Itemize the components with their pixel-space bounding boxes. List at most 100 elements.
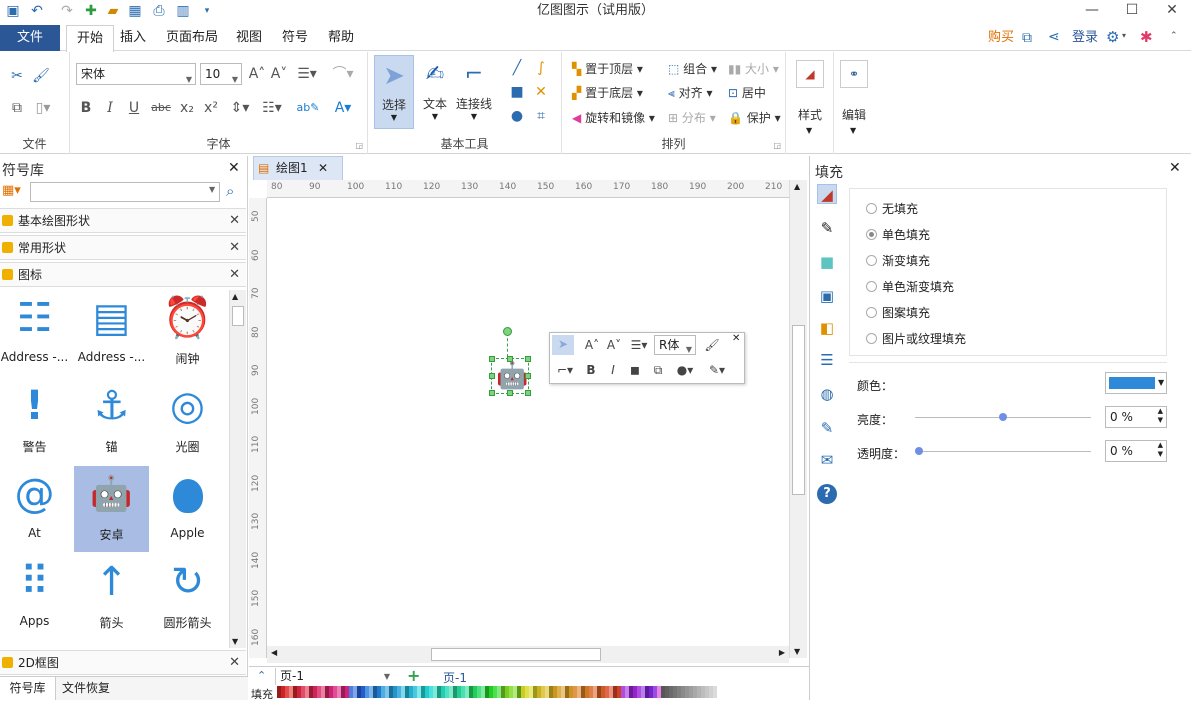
close-icon[interactable]: ✕ <box>1169 160 1181 176</box>
tile-address-id[interactable]: ▤ Address -... <box>74 290 149 376</box>
bullets-icon[interactable]: ☷▾ <box>260 98 284 118</box>
new-icon[interactable]: ✚ <box>82 2 100 20</box>
selected-shape[interactable]: 🤖 <box>489 327 531 396</box>
crop-icon[interactable]: ⌗ <box>532 106 550 126</box>
resize-handle[interactable] <box>525 390 531 396</box>
palette-swatch[interactable] <box>713 686 717 698</box>
tile-at[interactable]: @ At <box>0 466 72 552</box>
maximize-button[interactable]: ☐ <box>1112 0 1152 22</box>
italic-icon[interactable]: I <box>102 98 118 118</box>
resize-handle[interactable] <box>489 373 495 379</box>
tile-circular-arrow[interactable]: ↻ 圆形箭头 <box>150 554 225 640</box>
line-icon[interactable]: ╱ <box>508 58 526 78</box>
buy-link[interactable]: 购买 <box>978 25 1024 51</box>
line-spacing-icon[interactable]: ⌒▾ <box>328 64 358 84</box>
gear-icon[interactable]: ⚙ <box>1106 28 1119 46</box>
comment-icon[interactable]: ✉ <box>817 450 837 470</box>
close-icon[interactable]: ✕ <box>229 651 240 675</box>
line-style-icon[interactable]: ✎▾ <box>704 361 730 379</box>
fill-icon[interactable]: ◢ <box>817 184 837 204</box>
brightness-spinner[interactable]: 0 % ▲ ▼ <box>1105 406 1167 428</box>
grow-font-icon[interactable]: A˄ <box>584 336 600 354</box>
radio-gradient-fill[interactable] <box>866 255 877 266</box>
resize-handle[interactable] <box>507 390 513 396</box>
close-icon[interactable]: ✕ <box>732 333 740 344</box>
font-size-combo[interactable]: 10 ▼ <box>200 63 242 85</box>
tile-apps[interactable]: ⠿ Apps <box>0 554 72 640</box>
library-search-input[interactable] <box>30 182 220 202</box>
chevron-down-icon[interactable]: ▼ <box>209 185 215 194</box>
page-select[interactable]: 页-1 ▼ <box>275 668 393 685</box>
close-icon[interactable]: ✕ <box>318 157 328 179</box>
scroll-up-icon[interactable]: ▲ <box>794 182 800 191</box>
font-name-combo[interactable]: 宋体 ▼ <box>76 63 196 85</box>
rotate-handle[interactable] <box>503 327 512 336</box>
export-icon[interactable]: ▥ <box>174 2 192 20</box>
scroll-thumb[interactable] <box>792 325 805 495</box>
size-button[interactable]: ▮▮ 大小 ▾ <box>728 60 779 77</box>
feedback-icon[interactable]: ⧉ <box>1022 30 1032 46</box>
scroll-right-icon[interactable]: ▶ <box>779 648 785 657</box>
share-icon[interactable]: ⋖ <box>1048 29 1060 45</box>
fill-icon[interactable]: ◼ <box>628 361 642 379</box>
library-menu-icon[interactable]: ▦▾ <box>2 183 24 201</box>
color-swatches[interactable] <box>277 686 722 700</box>
close-window-button[interactable]: ✕ <box>1152 0 1191 22</box>
resize-handle[interactable] <box>525 356 531 362</box>
paragraph-align-icon[interactable]: ☰▾ <box>296 64 318 84</box>
tile-warning[interactable]: ! 警告 <box>0 378 72 464</box>
page-tab[interactable]: 页-1 <box>443 669 467 686</box>
scroll-thumb[interactable] <box>232 306 244 326</box>
chevron-up-icon[interactable]: ⌃ <box>257 669 266 682</box>
transparency-spinner[interactable]: 0 % ▲ ▼ <box>1105 440 1167 462</box>
resize-handle[interactable] <box>489 356 495 362</box>
text-button[interactable]: ✍ 文本 ▼ <box>418 55 452 129</box>
transparency-slider[interactable] <box>915 447 1091 455</box>
brightness-slider[interactable] <box>915 413 1091 421</box>
tab-view[interactable]: 视图 <box>226 25 272 51</box>
category-icons[interactable]: 图标 ✕ <box>0 262 246 287</box>
bold-icon[interactable]: B <box>78 98 94 118</box>
line-icon[interactable]: ✎ <box>817 218 837 238</box>
theme-icon[interactable]: ✱ <box>1140 28 1153 46</box>
connector-icon[interactable]: ⌐▾ <box>554 361 576 379</box>
shrink-font-icon[interactable]: A˅ <box>270 64 288 84</box>
collapse-ribbon-icon[interactable]: ⌃ <box>1170 31 1178 41</box>
scroll-down-icon[interactable]: ▼ <box>232 637 238 646</box>
tab-start[interactable]: 开始 <box>66 25 115 52</box>
grow-font-icon[interactable]: A˄ <box>248 64 266 84</box>
chevron-down-icon[interactable]: ▼ <box>806 126 812 135</box>
group-button[interactable]: ⬚ 组合 ▾ <box>668 60 717 77</box>
attachment-icon[interactable]: ✎ <box>817 418 837 438</box>
subscript-icon[interactable]: x₂ <box>178 98 196 118</box>
tile-apple[interactable]: Apple <box>150 466 225 552</box>
send-back-button[interactable]: ▞ 置于底层 ▾ <box>572 84 643 101</box>
layer-icon[interactable]: ◧ <box>817 318 837 338</box>
bring-front-button[interactable]: ▚ 置于顶层 ▾ <box>572 60 643 77</box>
document-tab[interactable]: ▤ 绘图1 ✕ <box>253 156 343 180</box>
canvas-vertical-scrollbar[interactable]: ▲ ▼ <box>789 180 807 658</box>
close-icon[interactable]: ✕ <box>229 209 240 233</box>
superscript-icon[interactable]: x² <box>202 98 220 118</box>
text-highlight-icon[interactable]: ab✎ <box>294 98 322 118</box>
copy-icon[interactable]: ⧉ <box>8 98 26 118</box>
radio-single-gradient-fill[interactable] <box>866 281 877 292</box>
radio-no-fill[interactable] <box>866 203 877 214</box>
category-2d-block[interactable]: 2D框图 ✕ <box>0 650 246 675</box>
mini-font-combo[interactable]: R体 ▼ <box>654 335 696 355</box>
category-basic-shapes[interactable]: 基本绘图形状 ✕ <box>0 208 246 233</box>
strikethrough-icon[interactable]: abc <box>150 98 172 118</box>
login-link[interactable]: 登录 <box>1062 25 1108 51</box>
print-icon[interactable]: ⎙ <box>150 2 168 20</box>
style-icon[interactable]: ◢ <box>796 60 824 88</box>
bold-icon[interactable]: B <box>584 361 598 379</box>
center-button[interactable]: ⊡ 居中 <box>728 84 766 101</box>
resize-handle[interactable] <box>525 373 531 379</box>
slider-knob[interactable] <box>999 413 1007 421</box>
paste-icon[interactable]: ▯▾ <box>32 98 54 118</box>
chevron-down-icon[interactable]: ▾ <box>1122 31 1126 40</box>
shadow-icon[interactable]: ■ <box>817 252 837 272</box>
underline-icon[interactable]: U <box>126 98 142 118</box>
close-icon[interactable]: ✕ <box>229 263 240 287</box>
save-icon[interactable]: ▦ <box>126 2 144 20</box>
